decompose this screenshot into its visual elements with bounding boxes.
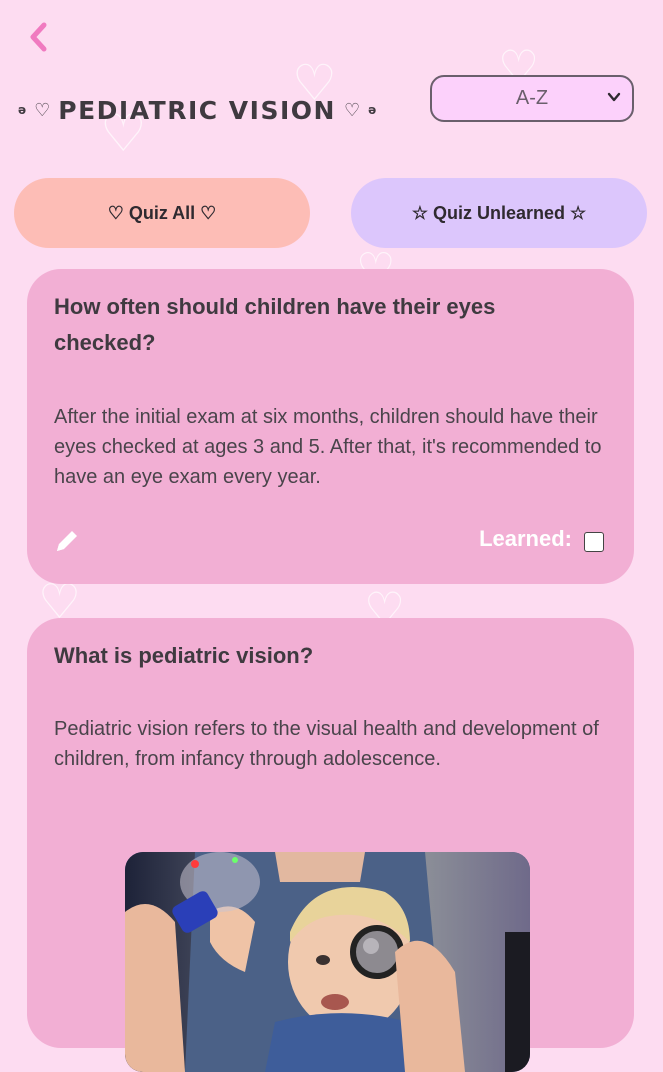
- card-answer: After the initial exam at six months, ch…: [54, 406, 602, 488]
- heart-icon: ♡: [343, 99, 361, 121]
- chevron-down-icon: [607, 92, 621, 102]
- page-title: Pediatric Vision: [58, 95, 336, 125]
- title-right-deco: ə: [368, 103, 377, 117]
- sort-select-value: A-Z: [515, 87, 549, 109]
- chevron-left-icon: [30, 22, 47, 52]
- flashcard: What is pediatric vision? Pediatric visi…: [27, 618, 634, 1072]
- quiz-all-button[interactable]: ♡ Quiz All ♡: [14, 178, 310, 248]
- flashcard: How often should children have their eye…: [27, 269, 634, 584]
- card-photo: [125, 852, 530, 1072]
- learned-toggle: Learned:: [479, 526, 604, 552]
- child-eye-exam-photo: [125, 852, 530, 1072]
- card-answer: Pediatric vision refers to the visual he…: [54, 718, 599, 770]
- page-title-row: ə ♡ Pediatric Vision ♡ ə: [18, 90, 376, 130]
- back-button[interactable]: [26, 20, 56, 54]
- sort-select[interactable]: A-Z: [430, 75, 634, 122]
- card-question: How often should children have their eye…: [54, 294, 496, 355]
- learned-checkbox[interactable]: [584, 532, 604, 552]
- pencil-icon: [57, 531, 77, 551]
- card-question: What is pediatric vision?: [54, 643, 314, 668]
- quiz-unlearned-button[interactable]: ☆ Quiz Unlearned ☆: [351, 178, 647, 248]
- title-left-deco: ə: [18, 103, 27, 117]
- learned-label: Learned:: [479, 526, 572, 551]
- edit-button[interactable]: [53, 527, 81, 555]
- heart-icon: ♡: [34, 99, 51, 121]
